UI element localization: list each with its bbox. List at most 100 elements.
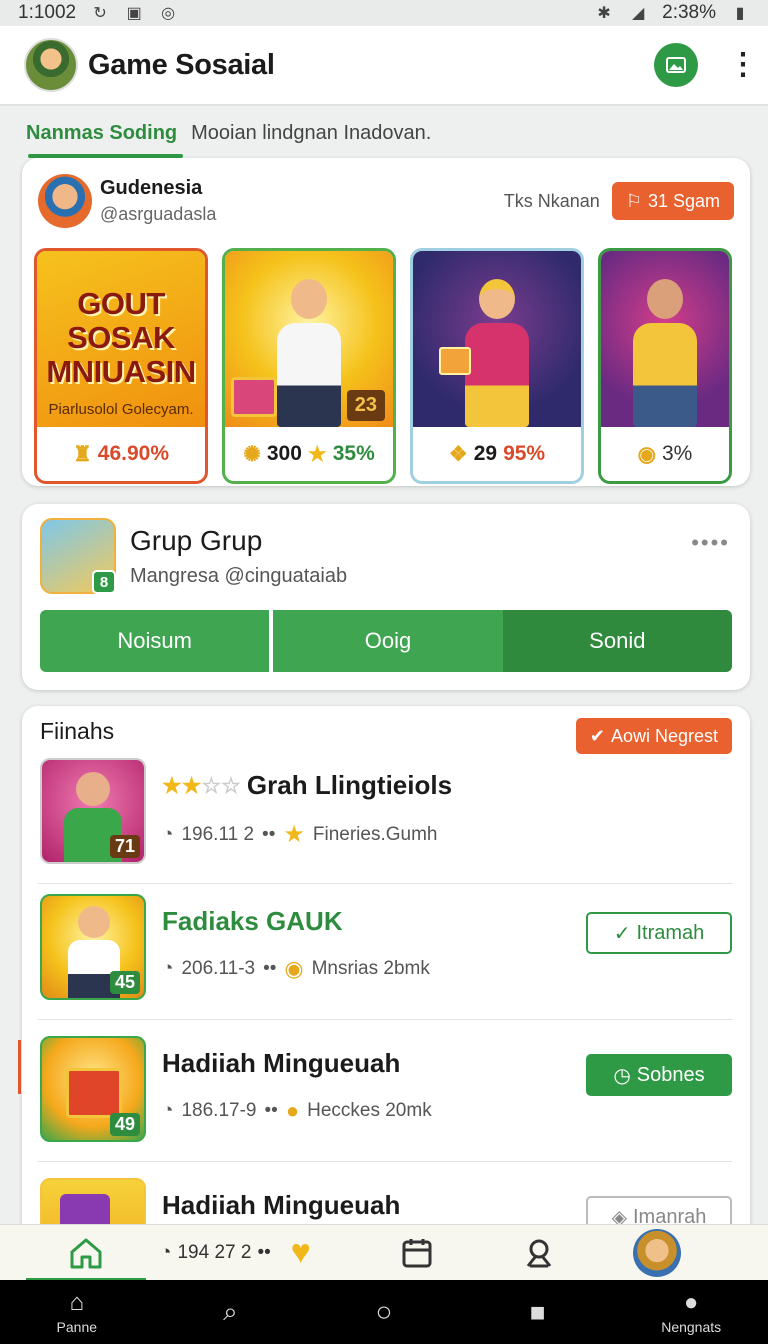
bottom-nav: ◔ 194 27 2 •• ♥ [0, 1224, 768, 1281]
feature-card: Gudenesia @asrguadasla Tks Nkanan ⚐ 31 S… [22, 158, 750, 486]
search-icon: ⌕ [223, 1296, 238, 1326]
feature-tile[interactable]: ◉ 3% [598, 248, 732, 484]
segment-3[interactable]: Sonid [502, 610, 732, 672]
battery-icon: ▮ [735, 5, 745, 22]
item-thumbnail: 71 [40, 758, 146, 864]
character-figure [633, 279, 697, 427]
header-action-label: Aowi Negrest [610, 725, 718, 746]
list-card: Fiinahs ✔ Aowi Negrest 71 ★★☆☆ Grah Llin… [22, 706, 750, 1246]
system-recents[interactable]: ■ [478, 1297, 598, 1328]
coin-icon: ✺ [243, 442, 261, 466]
tile-value: 29 [473, 442, 498, 465]
nav-stat: ◔ 194 27 2 •• [160, 1242, 271, 1264]
item-badge: 71 [109, 835, 140, 858]
system-account[interactable]: ● Nengnats [631, 1289, 751, 1335]
separator-dots: •• [264, 1100, 278, 1121]
gift-box-icon [60, 1194, 110, 1224]
item-thumbnail: 45 [40, 894, 146, 1000]
system-search[interactable]: ⌕ [170, 1296, 290, 1328]
poster-avatar[interactable] [38, 174, 92, 228]
item-action-label: Sobnes [636, 1063, 705, 1086]
bluetooth-icon: ✱ [597, 5, 611, 22]
item-title: Hadiiah Mingueuah [162, 1190, 401, 1220]
poster-name: Gudenesia [100, 177, 203, 199]
system-home[interactable]: ⌂ Panne [17, 1289, 137, 1335]
home-icon: ⌂ [69, 1289, 85, 1316]
item-title: Hadiiah Mingueuah [162, 1048, 401, 1078]
calendar-icon [402, 1238, 432, 1267]
item-stat: 186.17-9 [181, 1100, 257, 1121]
scroll-indicator [18, 1040, 21, 1094]
item-action-button[interactable]: ✓ Itramah [586, 912, 732, 954]
separator-dots: •• [257, 1241, 271, 1263]
list-item[interactable]: 71 ★★☆☆ Grah Llingtieiols ◔ 196.11 2 •• … [38, 752, 732, 884]
app-bar: Game Sosaial ⋮ [0, 26, 768, 106]
nav-favorites[interactable]: ♥ [281, 1233, 321, 1273]
tile-value-2: 95% [503, 442, 546, 465]
nav-calendar[interactable] [397, 1233, 437, 1273]
feature-action-button[interactable]: ⚐ 31 Sgam [611, 182, 734, 220]
notification-icon: ▣ [126, 5, 142, 22]
clock-icon: ◔ [160, 1241, 172, 1263]
battery-text: 2:38% [662, 2, 716, 23]
group-badge: 8 [92, 570, 116, 594]
app-title: Game Sosaial [88, 48, 275, 81]
tile-label: ◉ 3% [601, 427, 729, 481]
clock-text: 1:1002 [18, 2, 77, 23]
feature-tile[interactable]: ❖ 29 95% [410, 248, 584, 484]
gift-box-icon [439, 347, 471, 375]
header-action-button[interactable]: ✔ Aowi Negrest [575, 718, 732, 754]
item-title: ★★☆☆ Grah Llingtieiols [162, 770, 452, 801]
tile-art: GOUT SOSAK MNIUASIN Piarlusolol Golecyam… [37, 251, 205, 427]
item-stat: 206.11-3 [181, 958, 256, 979]
feature-action-label: 31 Sgam [647, 190, 720, 211]
nav-search[interactable] [519, 1233, 559, 1273]
nav-home[interactable] [26, 1225, 146, 1281]
feature-tile[interactable]: GOUT SOSAK MNIUASIN Piarlusolol Golecyam… [34, 248, 208, 484]
list-heading: Fiinahs [40, 718, 115, 744]
poster-header: Gudenesia @asrguadasla Tks Nkanan ⚐ 31 S… [22, 158, 750, 230]
clock-icon: ◔ [162, 823, 174, 845]
tile-label: ♜ 46.90% [37, 427, 205, 481]
list-item[interactable]: 49 Hadiiah Mingueuah ◔ 186.17-9 •• ● Hec… [38, 1030, 732, 1162]
group-avatar[interactable]: 8 [40, 518, 116, 594]
signal-icon: ◢ [631, 5, 645, 22]
system-home-circle[interactable]: ○ [324, 1296, 444, 1328]
item-title: Fadiaks GAUK [162, 906, 343, 936]
poster-meta: Tks Nkanan [503, 190, 600, 211]
item-title-text: Grah Llingtieiols [246, 770, 453, 800]
character-figure [277, 279, 341, 427]
tab-active[interactable]: Nanmas Soding [26, 108, 184, 158]
group-name: Grup Grup [130, 524, 263, 556]
trophy-icon: ♜ [72, 442, 92, 466]
clock-icon: ◔ [162, 958, 174, 979]
clock-icon: ◔ [162, 1100, 174, 1121]
separator-dots: •• [263, 958, 277, 979]
search-icon [526, 1239, 551, 1267]
item-action-label: Itramah [636, 921, 705, 944]
tile-art [601, 251, 729, 427]
overflow-menu-icon[interactable]: ⋮ [728, 50, 758, 80]
rating-stars-icon: ★★☆☆ [162, 772, 241, 798]
home-icon [70, 1238, 102, 1268]
tab-other[interactable]: Mooian lindgnan Inadovan. [191, 122, 431, 145]
tile-label: ✺ 300 ★ 35% [225, 427, 393, 481]
promo-title: GOUT SOSAK MNIUASIN [46, 286, 196, 389]
item-action-button[interactable]: ◷ Sobnes [586, 1054, 732, 1096]
more-options-icon[interactable]: •••• [691, 530, 730, 556]
character-figure [465, 279, 529, 427]
heart-star-icon: ♥ [290, 1233, 311, 1271]
feature-tile[interactable]: 23 ✺ 300 ★ 35% [222, 248, 396, 484]
segment-2[interactable]: Ooig [273, 610, 503, 672]
user-avatar[interactable] [24, 38, 78, 92]
gallery-button[interactable] [654, 43, 698, 87]
tile-art: 23 [225, 251, 393, 427]
list-item[interactable]: 45 Fadiaks GAUK ◔ 206.11-3 •• ◉ Mnsrias … [38, 888, 732, 1020]
segment-1[interactable]: Noisum [40, 610, 274, 672]
sub-tabs: Nanmas Soding Mooian lindgnan Inadovan. [0, 108, 768, 158]
nav-stat-text: 194 27 2 [177, 1241, 252, 1263]
nav-profile[interactable] [632, 1228, 681, 1277]
system-home-label: Panne [56, 1319, 98, 1335]
group-card: 8 Grup Grup Mangresa @cinguataiab •••• N… [22, 504, 750, 690]
tile-label: ❖ 29 95% [413, 427, 581, 481]
